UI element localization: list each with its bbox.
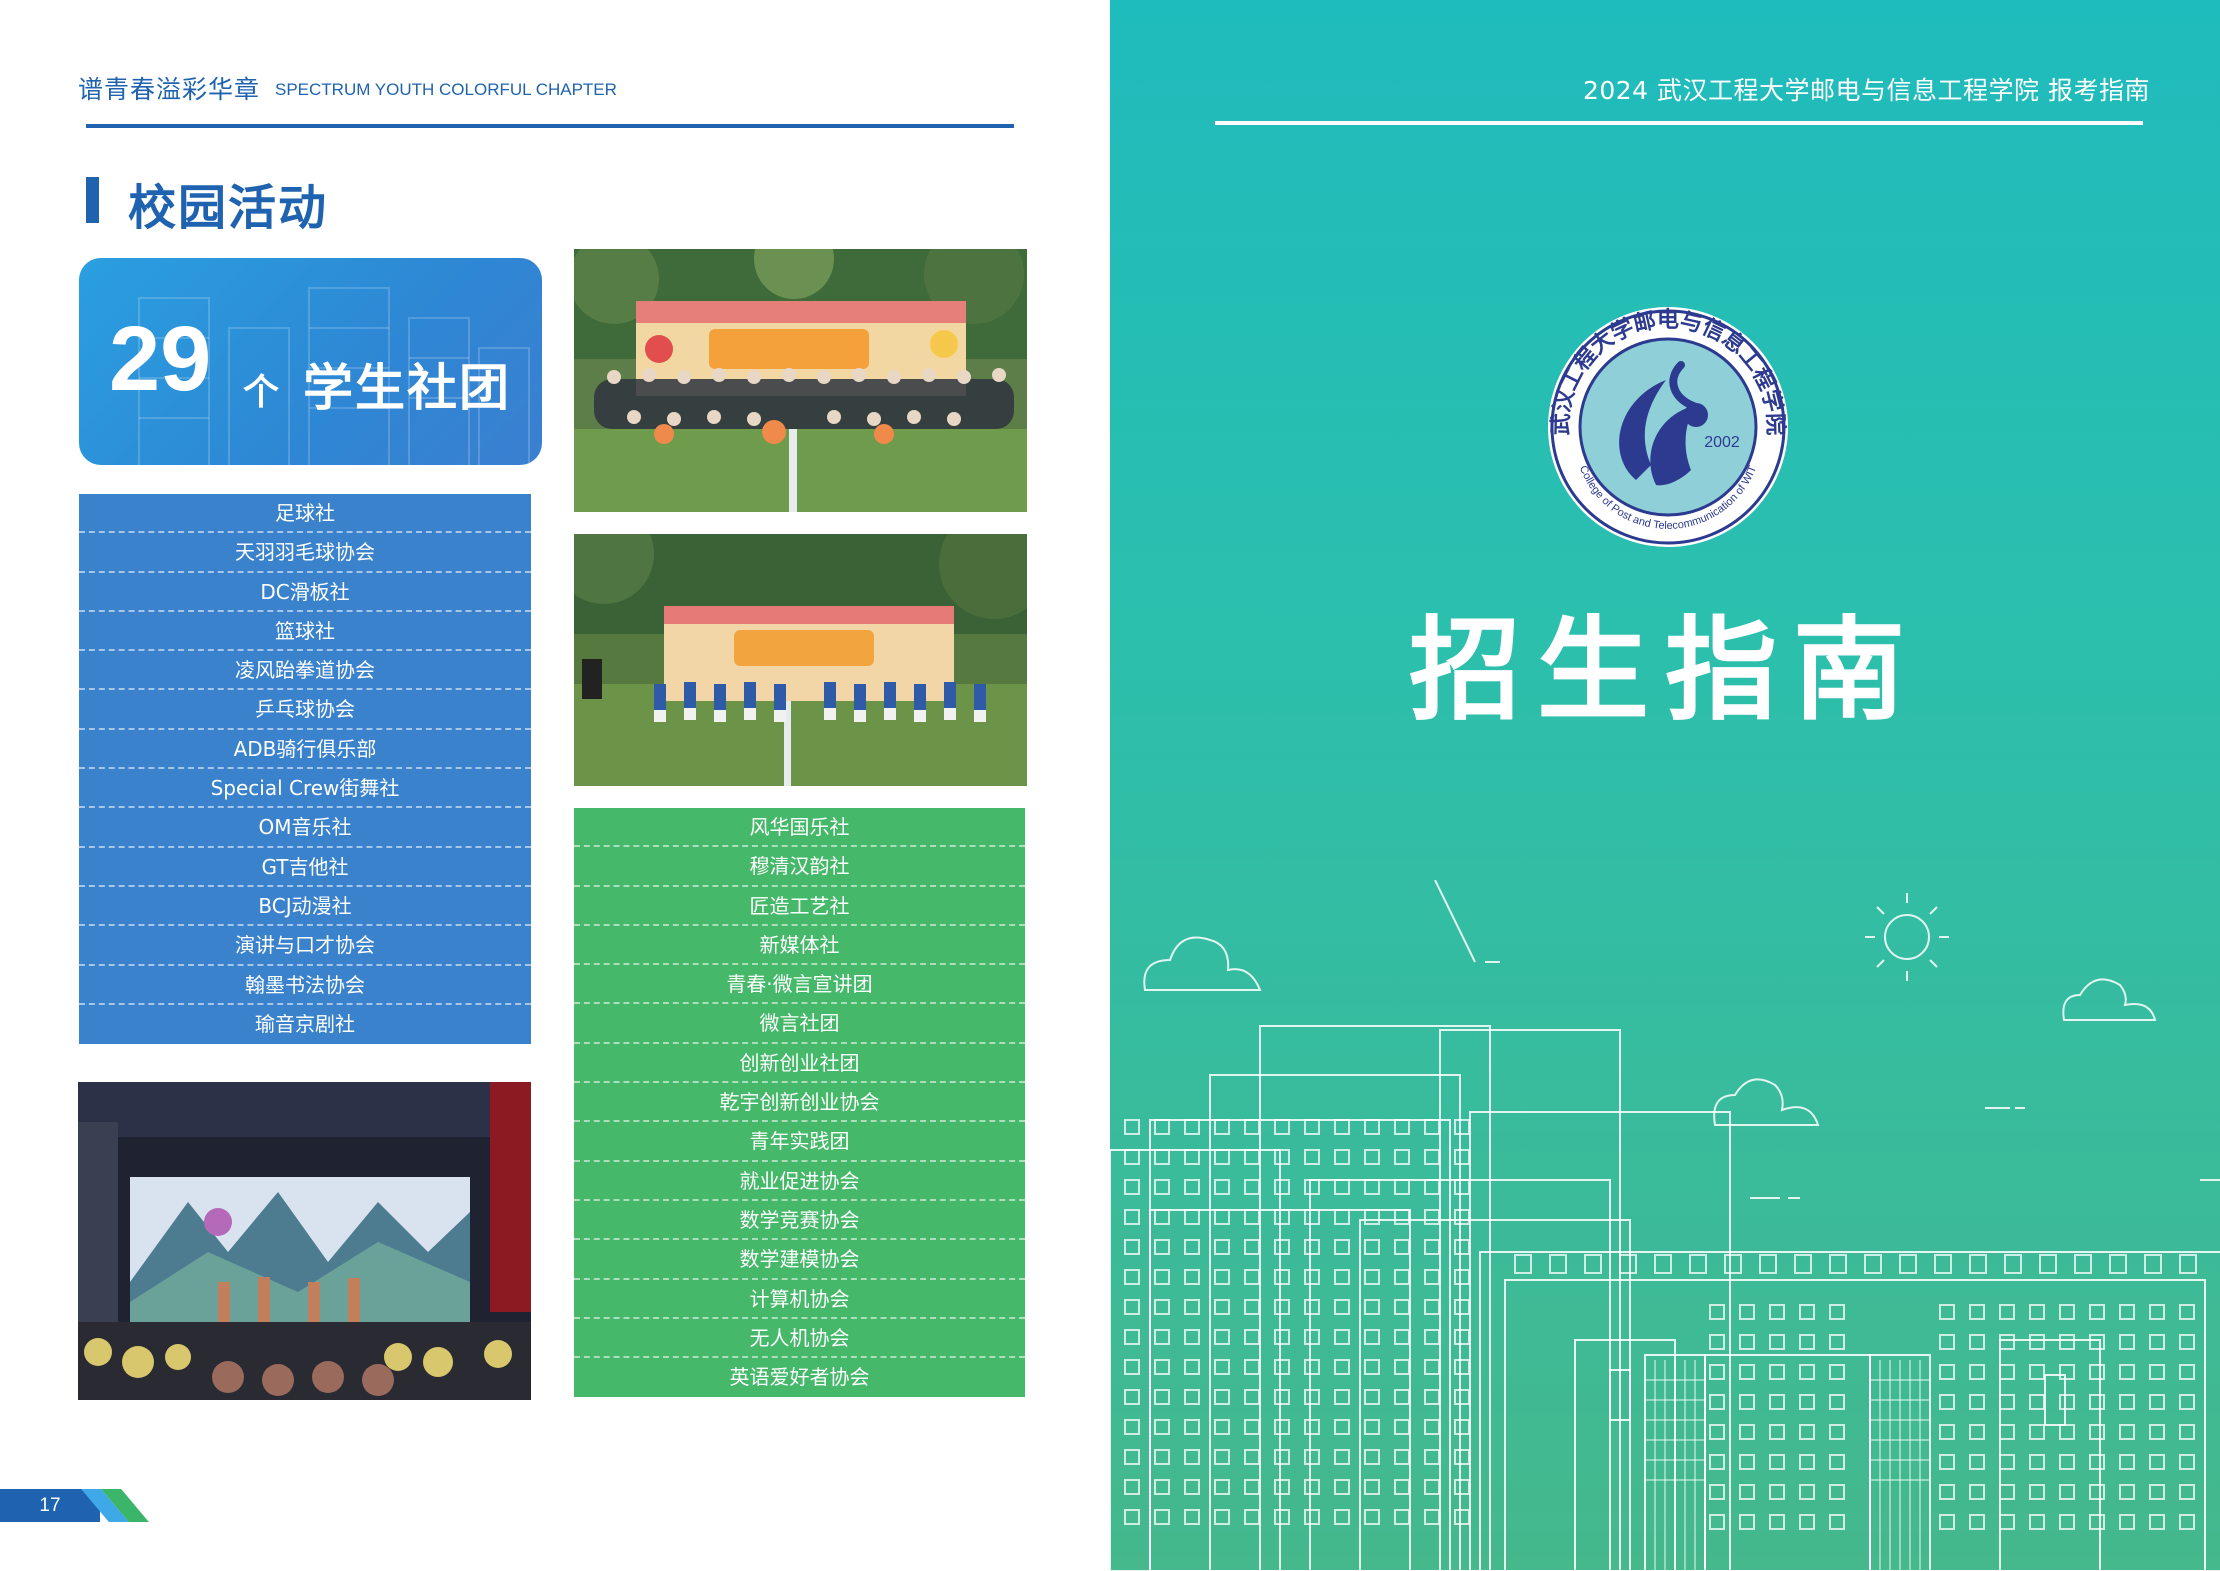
section-marker <box>86 177 99 223</box>
club-item: 篮球社 <box>79 612 531 652</box>
group-photo <box>574 249 1027 512</box>
club-item: 穆清汉韵社 <box>574 847 1025 887</box>
club-item: 乒乓球协会 <box>79 690 531 730</box>
club-item: 瑜音京剧社 <box>255 1011 355 1036</box>
campus-building-outline-icon <box>1110 880 2220 1571</box>
club-item: 微言社团 <box>574 1004 1025 1044</box>
club-item: 英语爱好者协会 <box>729 1365 870 1390</box>
club-item: 创新创业社团 <box>574 1044 1025 1084</box>
club-count-number: 29 <box>109 308 212 410</box>
emblem-year: 2002 <box>1704 434 1740 451</box>
club-count-unit: 个 <box>243 372 280 413</box>
club-item: 无人机协会 <box>574 1319 1025 1359</box>
right-page: 2024 武汉工程大学邮电与信息工程学院 报考指南 2002 武汉工程大学邮电与… <box>1110 0 2220 1571</box>
club-item: 数学建模协会 <box>574 1240 1025 1280</box>
club-item: 乾宇创新创业协会 <box>574 1083 1025 1123</box>
section-title: 校园活动 <box>128 180 329 236</box>
college-emblem-icon: 2002 武汉工程大学邮电与信息工程学院 College of Post and… <box>1546 305 1790 549</box>
club-item: BCJ动漫社 <box>79 887 531 927</box>
club-count-label: 学生社团 <box>303 359 511 417</box>
club-item: 计算机协会 <box>574 1280 1025 1319</box>
club-item: 新媒体社 <box>574 926 1025 966</box>
club-item: OM音乐社 <box>79 808 531 848</box>
club-item: DC滑板社 <box>79 573 531 612</box>
club-item: 风华国乐社 <box>574 808 1025 848</box>
club-count-card: 29 个 学生社团 <box>79 258 542 465</box>
guide-header: 2024 武汉工程大学邮电与信息工程学院 报考指南 <box>1582 76 2150 105</box>
club-item: 青年实践团 <box>574 1122 1025 1162</box>
club-item: 天羽羽毛球协会 <box>79 533 531 573</box>
club-item: 凌风跆拳道协会 <box>79 651 531 691</box>
club-item: Special Crew街舞社 <box>79 769 531 809</box>
header-divider <box>86 124 1014 128</box>
page-title: 招生指南 <box>1409 606 1921 736</box>
header-slogan-en: SPECTRUM YOUTH COLORFUL CHAPTER <box>275 80 617 99</box>
page-number: 17 <box>39 1495 61 1516</box>
dance-performance-photo <box>574 534 1027 786</box>
club-item: 演讲与口才协会 <box>79 926 531 966</box>
club-item: 数学竞赛协会 <box>574 1201 1025 1241</box>
club-item: 就业促进协会 <box>574 1162 1025 1201</box>
club-item: ADB骑行俱乐部 <box>79 730 531 770</box>
club-item: 翰墨书法协会 <box>79 966 531 1005</box>
header-slogan-cn: 谱青春溢彩华章 <box>78 75 261 104</box>
opera-stage-photo <box>78 1082 531 1400</box>
club-item: GT吉他社 <box>79 848 531 887</box>
club-list-blue: 足球社 天羽羽毛球协会 DC滑板社 篮球社 凌风跆拳道协会 乒乓球协会 ADB骑… <box>79 494 531 1045</box>
club-item: 青春·微言宣讲团 <box>574 965 1025 1005</box>
club-item: 匠造工艺社 <box>574 887 1025 926</box>
club-list-green: 风华国乐社 穆清汉韵社 匠造工艺社 新媒体社 青春·微言宣讲团 微言社团 创新创… <box>574 808 1025 1398</box>
header-divider <box>1215 121 2143 125</box>
club-item: 足球社 <box>79 494 531 534</box>
left-page: 谱青春溢彩华章 SPECTRUM YOUTH COLORFUL CHAPTER … <box>0 0 1110 1571</box>
